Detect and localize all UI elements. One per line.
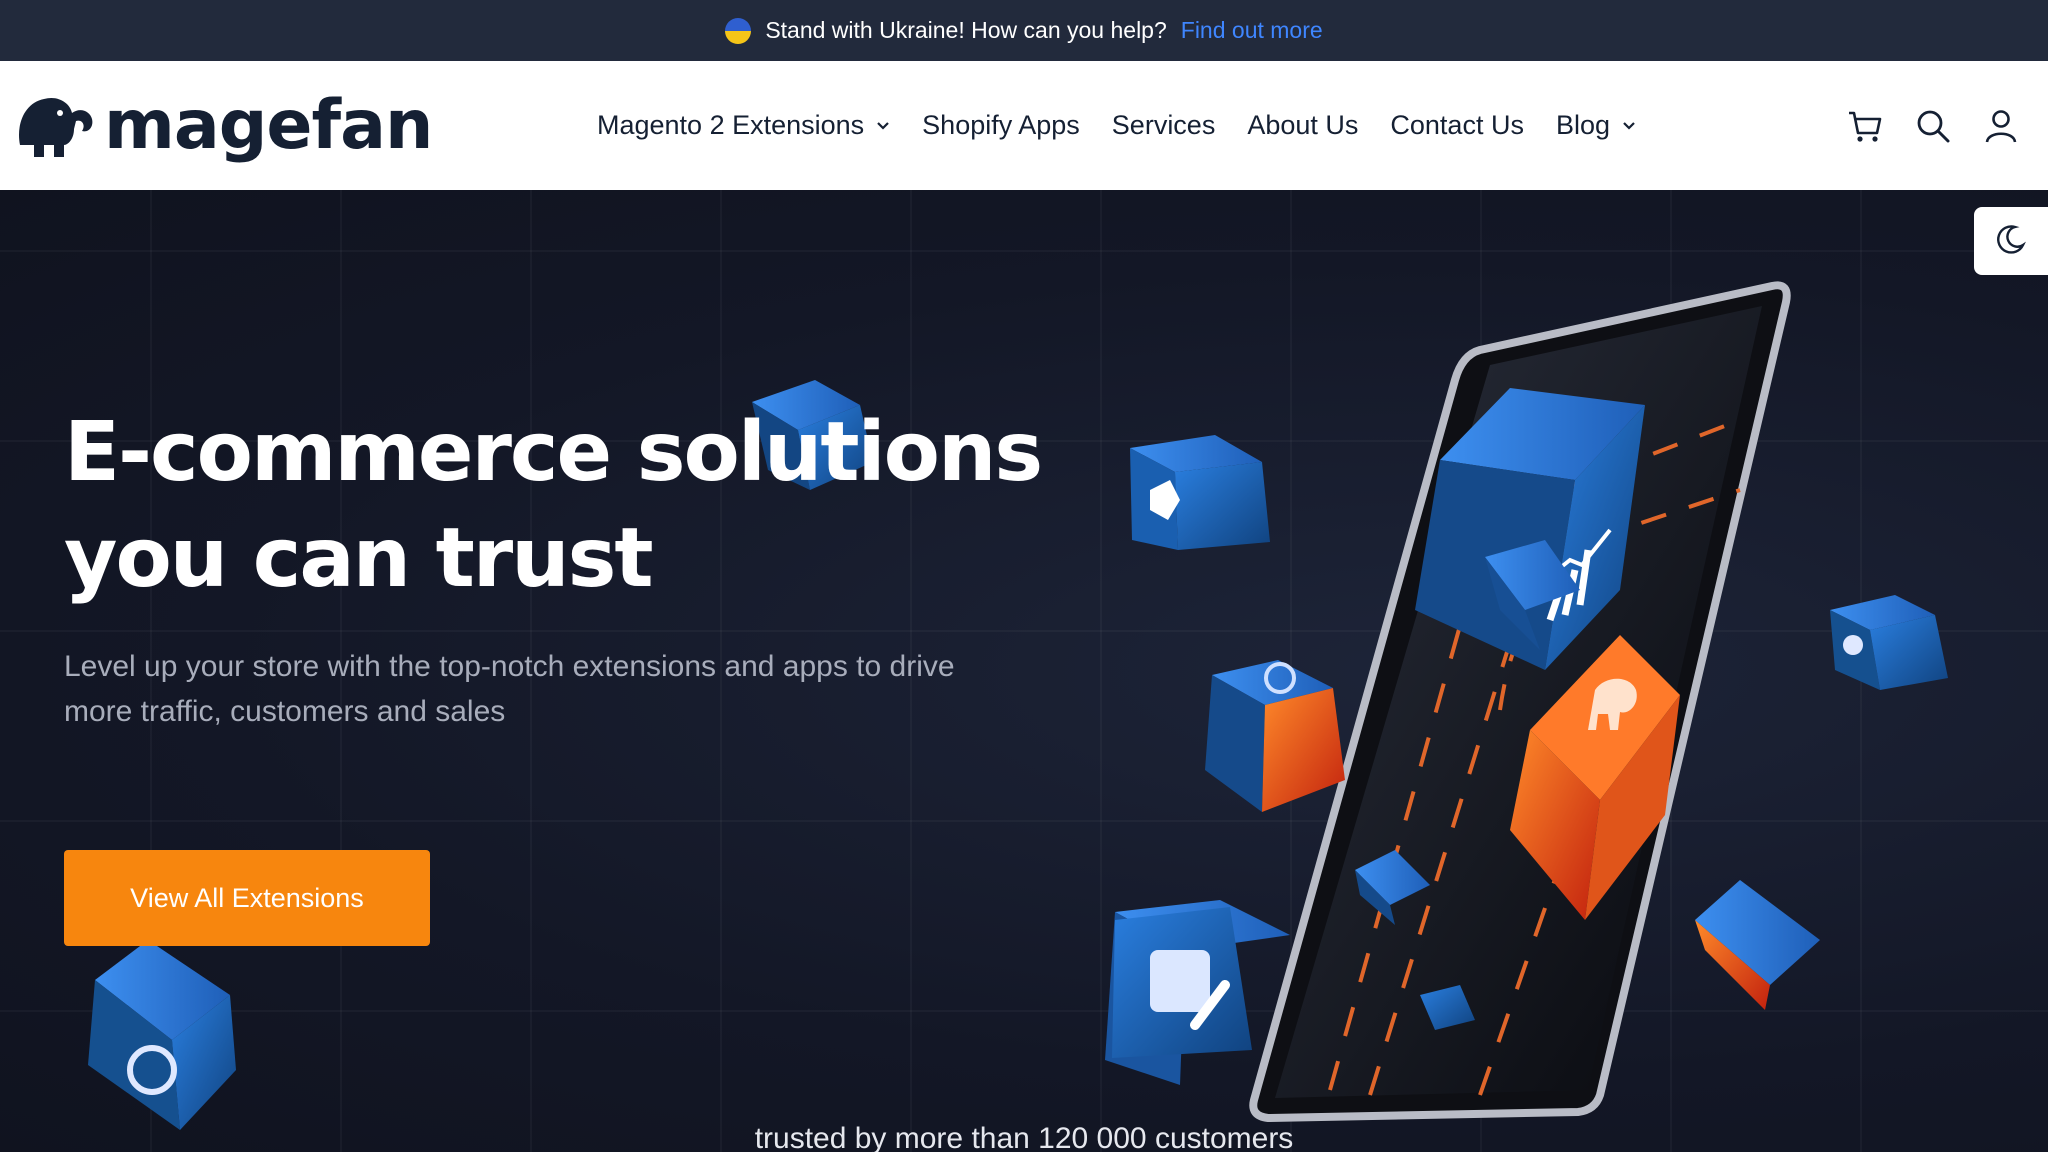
ukraine-flag-icon — [725, 17, 752, 44]
brand-name: magefan — [104, 86, 433, 165]
elephant-logo-icon — [14, 85, 102, 166]
hero-subtitle-line1: Level up your store with the top-notch e… — [64, 650, 955, 683]
tag-cube-icon — [1130, 435, 1270, 550]
logo[interactable]: magefan — [14, 85, 433, 166]
nav-label: Shopify Apps — [922, 110, 1080, 140]
sync-cube-icon — [88, 940, 236, 1130]
nav-label: Services — [1111, 110, 1216, 140]
trusted-by-text: trusted by more than 120 000 customers — [754, 1122, 1294, 1152]
hero-title-line2: you can trust — [64, 511, 654, 606]
header-actions — [1846, 61, 2020, 190]
hero-subtitle-line2: more traffic, customers and sales — [64, 695, 506, 728]
nav-item-shopify-apps[interactable]: Shopify Apps — [922, 110, 1080, 141]
cart-icon[interactable] — [1846, 107, 1884, 145]
site-header: magefan Magento 2 Extensions Shopify App… — [0, 61, 2048, 190]
hero-section: E-commerce solutions you can trust Level… — [0, 190, 2048, 1152]
hero-subtitle: Level up your store with the top-notch e… — [64, 644, 1004, 734]
nav-item-contact-us[interactable]: Contact Us — [1390, 110, 1524, 141]
chevron-down-icon — [876, 119, 890, 133]
nav-label: Contact Us — [1390, 110, 1524, 140]
nav-item-blog[interactable]: Blog — [1556, 110, 1636, 141]
announcement-text: Stand with Ukraine! How can you help? — [765, 17, 1167, 43]
chevron-down-icon — [1622, 119, 1636, 133]
hero-title-line1: E-commerce solutions — [64, 405, 1043, 500]
hero-title: E-commerce solutions you can trust — [64, 400, 1064, 612]
gear-cube-icon — [1205, 660, 1345, 812]
user-icon[interactable] — [1982, 107, 2020, 145]
search-icon[interactable] — [1914, 107, 1952, 145]
nav-item-magento-extensions[interactable]: Magento 2 Extensions — [597, 110, 890, 141]
moon-icon — [1995, 223, 2027, 260]
nav-label: Blog — [1555, 110, 1610, 140]
nav-item-services[interactable]: Services — [1112, 110, 1216, 141]
nav-label: About Us — [1247, 110, 1359, 140]
nav-item-about-us[interactable]: About Us — [1247, 110, 1358, 141]
find-out-more-link[interactable]: Find out more — [1181, 17, 1323, 44]
notification-cube-icon — [1830, 595, 1948, 690]
theme-toggle-button[interactable] — [1974, 207, 2048, 275]
main-nav: Magento 2 Extensions Shopify Apps Servic… — [597, 61, 1668, 190]
view-all-extensions-button[interactable]: View All Extensions — [64, 850, 430, 946]
cube-icon — [1695, 880, 1820, 1010]
nav-label: Magento 2 Extensions — [597, 110, 865, 140]
announcement-bar: Stand with Ukraine! How can you help? Fi… — [0, 0, 2048, 61]
